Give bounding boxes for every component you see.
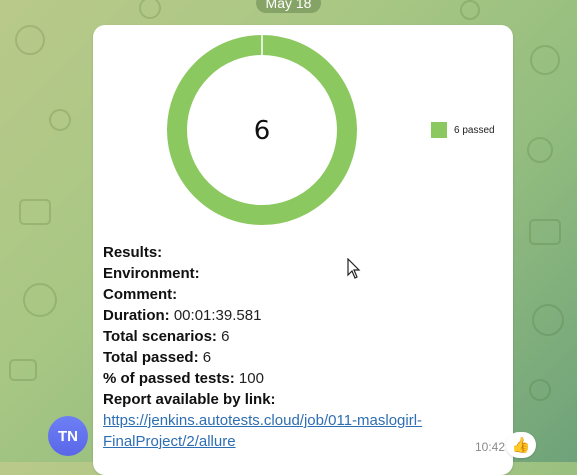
duration-label: Duration: <box>103 307 170 324</box>
legend-swatch-passed <box>431 122 447 138</box>
percent-passed-row: % of passed tests: 100 <box>103 368 422 389</box>
report-link-line2[interactable]: FinalProject/2/allure <box>103 433 236 450</box>
donut-chart: 6 <box>167 35 357 225</box>
message-time: 10:42 <box>475 440 506 454</box>
total-scenarios-label: Total scenarios: <box>103 328 217 345</box>
date-badge: May 18 <box>255 0 322 13</box>
comment-label: Comment: <box>103 286 178 303</box>
report-link-cont[interactable]: FinalProject/2/allure <box>103 431 422 452</box>
environment-label: Environment: <box>103 265 200 282</box>
duration-value: 00:01:39.581 <box>173 307 262 324</box>
report-link-line1[interactable]: https://jenkins.autotests.cloud/job/011-… <box>103 412 422 429</box>
report-row: Report available by link: <box>103 389 422 410</box>
results-row: Results: <box>103 242 422 263</box>
results-label: Results: <box>103 244 163 261</box>
environment-row: Environment: <box>103 263 422 284</box>
percent-passed-label: % of passed tests: <box>103 370 235 387</box>
comment-row: Comment: <box>103 284 422 305</box>
donut-center-label: 6 <box>254 116 271 146</box>
report-label: Report available by link: <box>103 391 276 408</box>
report-link[interactable]: https://jenkins.autotests.cloud/job/011-… <box>103 410 422 431</box>
avatar[interactable]: TN <box>48 416 88 456</box>
total-scenarios-value: 6 <box>221 328 230 345</box>
message-text: Results: Environment: Comment: Duration:… <box>103 242 422 452</box>
thumbs-up-icon[interactable]: 👍 <box>506 432 536 458</box>
legend-label-passed: 6 passed <box>454 124 495 136</box>
duration-row: Duration: 00:01:39.581 <box>103 305 422 326</box>
total-passed-row: Total passed: 6 <box>103 347 422 368</box>
mouse-cursor-icon <box>347 258 361 279</box>
percent-passed-value: 100 <box>238 370 264 387</box>
total-passed-value: 6 <box>202 349 212 366</box>
chart-legend: 6 passed <box>431 122 495 138</box>
total-scenarios-row: Total scenarios: 6 <box>103 326 422 347</box>
total-passed-label: Total passed: <box>103 349 199 366</box>
